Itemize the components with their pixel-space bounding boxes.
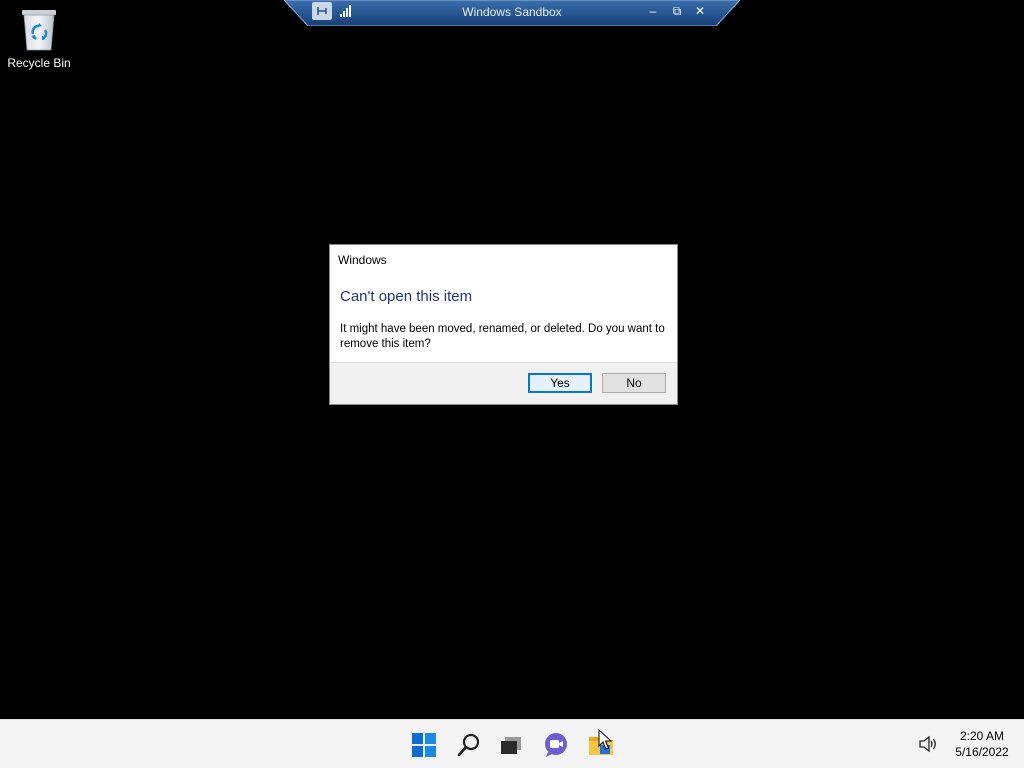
dialog-heading: Can't open this item (340, 288, 473, 305)
desktop-icon-recycle-bin[interactable]: Recycle Bin (4, 8, 74, 70)
clock-date: 5/16/2022 (955, 745, 1009, 759)
volume-icon[interactable] (918, 735, 938, 753)
start-icon[interactable] (411, 732, 437, 758)
mouse-cursor-icon (598, 729, 612, 750)
search-icon[interactable] (456, 732, 482, 758)
taskbar: 2:20 AM 5/16/2022 (0, 719, 1024, 768)
minimize-button[interactable]: – (644, 3, 662, 19)
connection-bar: Windows Sandbox – ⧉ ✕ (284, 0, 740, 26)
recycle-bin-label: Recycle Bin (7, 56, 71, 70)
dialog-message: It might have been moved, renamed, or de… (340, 323, 665, 350)
clock[interactable]: 2:20 AM 5/16/2022 (944, 728, 1020, 760)
task-view-icon[interactable] (498, 732, 524, 758)
dialog-caption: Windows (338, 253, 387, 267)
close-button[interactable]: ✕ (691, 3, 709, 19)
recycle-bin-icon (22, 10, 56, 51)
restore-button[interactable]: ⧉ (668, 3, 686, 19)
clock-time: 2:20 AM (959, 729, 1005, 743)
yes-button[interactable]: Yes (528, 373, 592, 393)
teams-chat-icon[interactable] (543, 732, 569, 758)
dialog-footer: Yes No (330, 362, 677, 404)
no-button[interactable]: No (602, 373, 666, 393)
error-dialog: Windows Can't open this item It might ha… (329, 244, 678, 405)
